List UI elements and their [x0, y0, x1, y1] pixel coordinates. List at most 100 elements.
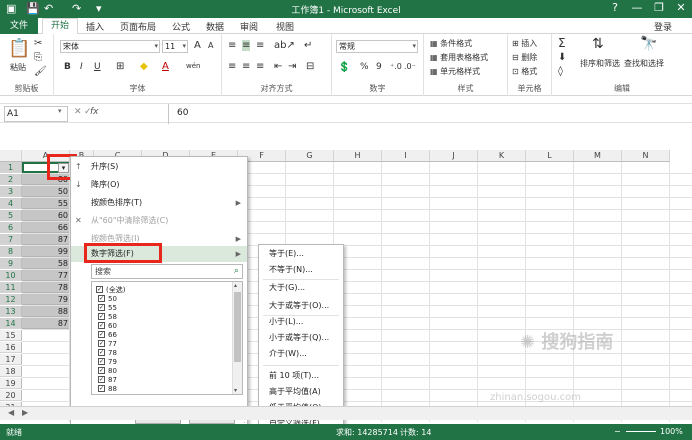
menu-sort-descending[interactable]: ↓ 降序(O) [71, 177, 247, 193]
cell[interactable]: 50 [22, 186, 70, 197]
cancel-entry-icon[interactable]: ✕ [74, 107, 82, 117]
cell[interactable]: 58 [22, 258, 70, 269]
filter-item[interactable]: ✓ 88 [98, 384, 117, 394]
row-header[interactable]: 5 [0, 210, 22, 221]
comma-style-button[interactable]: 9 [376, 62, 382, 72]
submenu-item[interactable]: 介于(W)... [269, 347, 307, 361]
column-header[interactable]: I [382, 150, 430, 162]
row-header[interactable]: 4 [0, 198, 22, 209]
tab-page-layout[interactable]: 页面布局 [120, 20, 156, 33]
tab-home[interactable]: 开始 [42, 18, 78, 34]
row-header[interactable]: 1 [0, 162, 22, 173]
borders-icon[interactable]: ⊞ [116, 61, 124, 72]
underline-button[interactable]: U [94, 62, 101, 72]
sort-filter-icon[interactable]: ⇅ [592, 36, 604, 52]
row-header[interactable]: 12 [0, 294, 22, 305]
row-header[interactable]: 8 [0, 246, 22, 257]
format-as-table-button[interactable]: ▦ 套用表格格式 [430, 52, 488, 63]
format-painter-icon[interactable]: 🖌 [34, 66, 47, 77]
delete-cells-button[interactable]: ⊟ 删除 [512, 52, 537, 63]
copy-icon[interactable]: ⎘ [34, 52, 42, 63]
phonetic-button[interactable]: wén [186, 62, 200, 70]
row-header[interactable]: 7 [0, 234, 22, 245]
row-header[interactable]: 20 [0, 390, 22, 401]
conditional-format-button[interactable]: ▦ 条件格式 [430, 38, 472, 49]
row-header[interactable]: 10 [0, 270, 22, 281]
merge-center-icon[interactable]: ⊟ [306, 61, 314, 72]
zoom-level[interactable]: 100% [660, 427, 683, 436]
column-header[interactable]: M [574, 150, 622, 162]
chevron-down-icon[interactable]: ▾ [58, 107, 62, 115]
close-button[interactable]: ✕ [670, 1, 692, 14]
italic-button[interactable]: I [80, 62, 83, 72]
column-header[interactable]: K [478, 150, 526, 162]
tab-data[interactable]: 数据 [206, 20, 224, 33]
decrease-indent-icon[interactable]: ⇤ [274, 61, 282, 72]
cell[interactable]: 88 [22, 306, 70, 317]
clear-icon[interactable]: ◊ [558, 66, 563, 77]
grow-font-button[interactable]: A [194, 40, 201, 51]
cell[interactable]: 77 [22, 270, 70, 281]
scroll-thumb[interactable] [234, 292, 241, 362]
submenu-item[interactable]: 小于或等于(Q)... [269, 331, 329, 345]
scroll-up-icon[interactable]: ▴ [234, 282, 237, 289]
checkbox-checked-icon[interactable]: ✓ [98, 303, 105, 311]
filter-value-list[interactable]: ✓ (全选) ✓ 50 ✓ 55 ✓ 58 ✓ 60 ✓ 66 ✓ 77 ✓ 78 ✓ 79 ✓ 80 ✓ 87 ✓ 88 ▴… [91, 281, 243, 395]
increase-decimal-icon[interactable]: ⁺.0 [390, 62, 402, 71]
column-header[interactable]: G [286, 150, 334, 162]
tab-review[interactable]: 审阅 [240, 20, 258, 33]
help-button[interactable]: ? [604, 1, 626, 14]
checkbox-checked-icon[interactable]: ✓ [98, 348, 105, 356]
row-header[interactable]: 16 [0, 342, 22, 353]
list-scrollbar[interactable]: ▴ ▾ [232, 282, 242, 394]
formula-input[interactable]: 60 [168, 104, 692, 124]
align-top-icon[interactable]: ≡ [228, 40, 236, 51]
column-header[interactable]: L [526, 150, 574, 162]
select-all-corner[interactable] [0, 150, 22, 162]
cell[interactable]: 55 [22, 198, 70, 209]
zoom-slider[interactable] [626, 431, 656, 432]
align-center-icon[interactable]: ≡ [242, 61, 250, 72]
font-size-select[interactable]: 11 ▾ [162, 40, 188, 53]
cell[interactable]: 87 [22, 318, 70, 329]
align-bottom-icon[interactable]: ≡ [256, 40, 264, 51]
row-header[interactable]: 19 [0, 378, 22, 389]
font-name-select[interactable]: 宋体 ▾ [60, 40, 160, 53]
checkbox-checked-icon[interactable]: ✓ [96, 285, 103, 293]
align-middle-icon[interactable]: ≡ [242, 40, 251, 51]
submenu-item[interactable]: 高于平均值(A) [269, 385, 321, 399]
scroll-down-icon[interactable]: ▾ [234, 387, 237, 394]
row-header[interactable]: 3 [0, 186, 22, 197]
row-header[interactable]: 9 [0, 258, 22, 269]
checkbox-checked-icon[interactable]: ✓ [98, 366, 105, 374]
row-header[interactable]: 14 [0, 318, 22, 329]
tab-view[interactable]: 视图 [276, 20, 294, 33]
row-header[interactable]: 18 [0, 366, 22, 377]
row-header[interactable]: 17 [0, 354, 22, 365]
sort-filter-button[interactable]: 排序和筛选 [580, 58, 620, 69]
submenu-item[interactable]: 前 10 项(T)... [269, 369, 319, 383]
row-header[interactable]: 2 [0, 174, 22, 185]
sign-in-link[interactable]: 登录 [654, 20, 672, 33]
decrease-decimal-icon[interactable]: .0⁻ [404, 62, 416, 71]
row-header[interactable]: 11 [0, 282, 22, 293]
insert-cells-button[interactable]: ⊞ 插入 [512, 38, 537, 49]
column-header[interactable]: N [622, 150, 670, 162]
submenu-item[interactable]: 不等于(N)... [269, 263, 313, 277]
checkbox-checked-icon[interactable]: ✓ [98, 339, 105, 347]
checkbox-checked-icon[interactable]: ✓ [98, 384, 105, 392]
tab-insert[interactable]: 插入 [86, 20, 104, 33]
bold-button[interactable]: B [64, 62, 71, 72]
cell[interactable]: 60 [22, 210, 70, 221]
increase-indent-icon[interactable]: ⇥ [288, 61, 296, 72]
next-sheet-icon[interactable]: ▶ [22, 408, 28, 417]
format-cells-button[interactable]: ⊡ 格式 [512, 66, 537, 77]
shrink-font-button[interactable]: A [208, 41, 213, 50]
checkbox-checked-icon[interactable]: ✓ [98, 330, 105, 338]
tab-file[interactable]: 文件 [0, 18, 38, 34]
cell[interactable]: 87 [22, 234, 70, 245]
column-header[interactable]: H [334, 150, 382, 162]
number-format-select[interactable]: 常规 ▾ [336, 40, 418, 53]
restore-button[interactable]: ❐ [648, 1, 670, 14]
prev-sheet-icon[interactable]: ◀ [8, 408, 14, 417]
